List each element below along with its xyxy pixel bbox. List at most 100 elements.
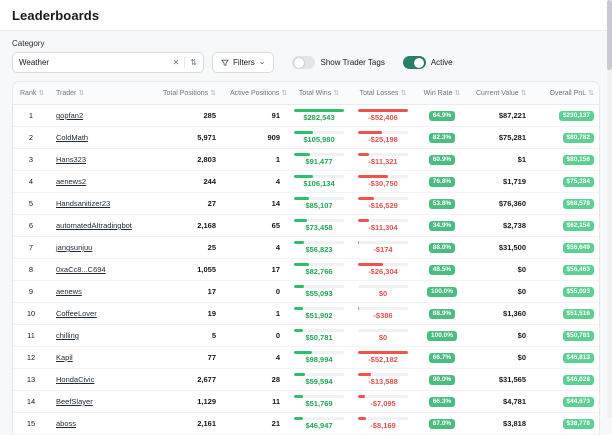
trader-link[interactable]: ColdMath: [56, 133, 88, 142]
total-losses-value: $0: [358, 289, 408, 298]
total-losses-value: -$13,588: [358, 377, 408, 386]
rank-cell: 9: [13, 281, 49, 303]
trader-cell: HondaCivic: [49, 369, 149, 391]
total-losses-cell: -$16,529: [351, 193, 415, 215]
category-input[interactable]: [19, 58, 168, 67]
trader-link[interactable]: automatedAItradingbot: [56, 221, 132, 230]
sort-icon: ⇅: [38, 90, 44, 97]
wins-bar: [294, 109, 344, 112]
select-arrows-icon[interactable]: ⇅: [190, 59, 197, 67]
trader-link[interactable]: Handsanitizer23: [56, 199, 110, 208]
losses-bar: [358, 263, 408, 266]
show-trader-tags-toggle[interactable]: [292, 56, 315, 69]
column-header-total-wins[interactable]: Total Wins⇅: [287, 82, 351, 105]
trader-link[interactable]: Kapil: [56, 353, 73, 362]
total-positions-cell: 77: [149, 347, 223, 369]
filter-controls: ✕ ⇅ Filters ⌄ Show Trader Tags Active: [12, 52, 600, 73]
trader-link[interactable]: aenews2: [56, 177, 86, 186]
total-wins-cell: $51,769: [287, 391, 351, 413]
losses-bar: [358, 109, 408, 112]
total-wins-value: $91,477: [294, 157, 344, 166]
trader-link[interactable]: HondaCivic: [56, 375, 94, 384]
scrollbar-thumb[interactable]: [607, 0, 612, 70]
win-rate-badge: 60.9%: [429, 155, 455, 165]
wins-bar: [294, 417, 344, 420]
trader-link[interactable]: jangsunjuu: [56, 243, 92, 252]
active-positions-cell: 21: [223, 413, 287, 435]
trader-link[interactable]: aenews: [56, 287, 82, 296]
filters-button[interactable]: Filters ⌄: [212, 52, 274, 73]
current-value-cell: $1: [469, 149, 533, 171]
rank-cell: 12: [13, 347, 49, 369]
trader-link[interactable]: gopfan2: [56, 111, 83, 120]
trader-link[interactable]: aboss: [56, 419, 76, 428]
window-scrollbar[interactable]: [607, 0, 612, 418]
trader-link[interactable]: CoffeeLover: [56, 309, 97, 318]
total-losses-cell: -$25,198: [351, 127, 415, 149]
total-wins-value: $51,902: [294, 311, 344, 320]
win-rate-badge: 64.9%: [429, 111, 455, 121]
total-losses-value: -$11,321: [358, 157, 408, 166]
trader-link[interactable]: Hans323: [56, 155, 86, 164]
losses-bar-fill: [358, 197, 374, 200]
active-toggle[interactable]: [403, 56, 426, 69]
column-header-win-rate[interactable]: Win Rate⇅: [415, 82, 469, 105]
losses-bar-fill: [358, 175, 388, 178]
win-rate-badge: 53.8%: [429, 199, 455, 209]
overall-pnl-badge: $68,578: [563, 199, 595, 209]
category-select[interactable]: ✕ ⇅: [12, 52, 204, 73]
column-header-total-positions[interactable]: Total Positions⇅: [149, 82, 223, 105]
table-row: 7 jangsunjuu 25 4 $56,823 -$174 88.0% $3…: [13, 237, 600, 259]
win-rate-badge: 82.3%: [429, 133, 455, 143]
overall-pnl-cell: $75,384: [533, 171, 600, 193]
trader-cell: chilling: [49, 325, 149, 347]
win-rate-cell: 64.9%: [415, 105, 469, 127]
column-header-rank[interactable]: Rank⇅: [13, 82, 49, 105]
sort-icon: ⇅: [281, 90, 287, 97]
win-rate-cell: 100.0%: [415, 281, 469, 303]
win-rate-cell: 88.9%: [415, 303, 469, 325]
trader-link[interactable]: 0xaCc8...C694: [56, 265, 106, 274]
wins-bar-fill: [294, 329, 303, 332]
total-positions-cell: 1,129: [149, 391, 223, 413]
wins-bar-fill: [294, 109, 344, 112]
sort-icon: ⇅: [78, 90, 84, 97]
total-positions-cell: 2,677: [149, 369, 223, 391]
trader-cell: jangsunjuu: [49, 237, 149, 259]
rank-cell: 14: [13, 391, 49, 413]
column-header-active-positions[interactable]: Active Positions⇅: [223, 82, 287, 105]
win-rate-cell: 53.8%: [415, 193, 469, 215]
win-rate-badge: 48.5%: [429, 265, 455, 275]
table-row: 8 0xaCc8...C694 1,055 17 $82,766 -$26,30…: [13, 259, 600, 281]
wins-bar-fill: [294, 351, 312, 354]
total-wins-value: $82,766: [294, 267, 344, 276]
sort-icon: ⇅: [333, 90, 339, 97]
overall-pnl-cell: $55,093: [533, 281, 600, 303]
losses-bar-fill: [358, 109, 408, 112]
win-rate-badge: 76.8%: [429, 177, 455, 187]
wins-bar: [294, 285, 344, 288]
overall-pnl-badge: $56,463: [563, 265, 595, 275]
overall-pnl-badge: $46,028: [563, 375, 595, 385]
column-header-trader[interactable]: Trader⇅: [49, 82, 149, 105]
column-header-overall-pnl[interactable]: Overall PnL⇅: [533, 82, 600, 105]
leaderboard-table: Rank⇅ Trader⇅ Total Positions⇅ Active Po…: [13, 82, 600, 435]
total-wins-cell: $59,594: [287, 369, 351, 391]
losses-bar-fill: [358, 351, 408, 354]
column-header-total-losses[interactable]: Total Losses⇅: [351, 82, 415, 105]
losses-bar: [358, 395, 408, 398]
clear-icon[interactable]: ✕: [173, 59, 180, 67]
total-losses-cell: -$13,588: [351, 369, 415, 391]
sort-icon: ⇅: [588, 90, 594, 97]
losses-bar-fill: [358, 307, 359, 310]
total-positions-cell: 2,168: [149, 215, 223, 237]
trader-cell: ColdMath: [49, 127, 149, 149]
losses-bar-fill: [358, 417, 366, 420]
trader-link[interactable]: chilling: [56, 331, 79, 340]
wins-bar-fill: [294, 307, 303, 310]
win-rate-badge: 100.0%: [427, 287, 457, 297]
overall-pnl-badge: $62,154: [563, 221, 595, 231]
column-header-current-value[interactable]: Current Value⇅: [469, 82, 533, 105]
trader-link[interactable]: BeefSlayer: [56, 397, 93, 406]
trader-cell: automatedAItradingbot: [49, 215, 149, 237]
